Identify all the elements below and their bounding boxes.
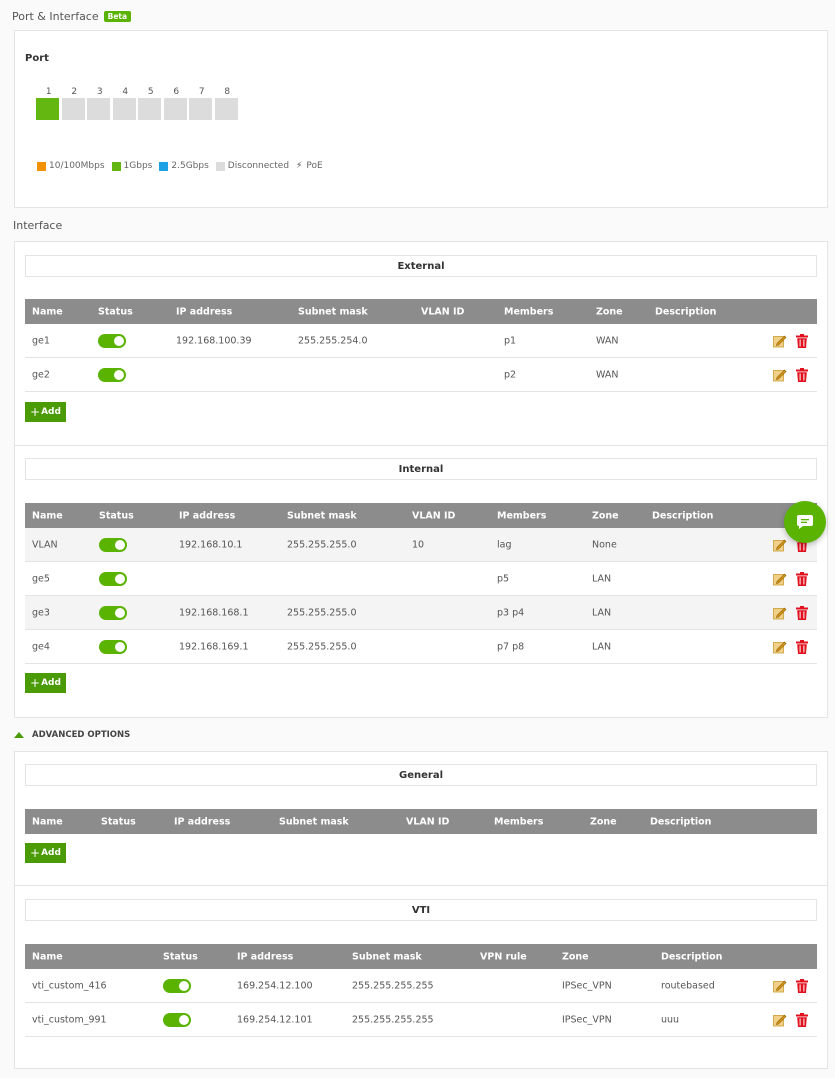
edit-icon[interactable] — [773, 606, 787, 619]
port-2[interactable] — [61, 98, 85, 120]
port-3[interactable] — [87, 98, 110, 120]
add-external-button[interactable]: + Add — [25, 402, 66, 422]
edit-icon[interactable] — [773, 538, 787, 551]
port-number: 6 — [173, 87, 180, 97]
port-number: 5 — [147, 87, 154, 97]
port-heading: Port — [25, 53, 49, 64]
trash-icon[interactable] — [796, 1012, 808, 1027]
vti-header: VTI — [25, 899, 817, 921]
port-1[interactable] — [36, 98, 59, 120]
trash-icon[interactable] — [796, 333, 808, 348]
add-general-button[interactable]: + Add — [25, 843, 66, 863]
trash-icon[interactable] — [796, 605, 808, 620]
legend-swatch — [37, 161, 46, 171]
edit-icon[interactable] — [773, 368, 787, 381]
chat-button[interactable] — [784, 501, 826, 543]
interface-title: Interface — [13, 219, 63, 232]
beta-badge: Beta — [103, 11, 132, 22]
status-toggle[interactable] — [99, 571, 127, 586]
table-row[interactable]: vti_custom_991 169.254.12.101 255.255.25… — [25, 1003, 817, 1037]
legend-item: 1Gbps — [111, 161, 152, 171]
edit-icon[interactable] — [773, 640, 787, 653]
caret-up-icon — [14, 732, 24, 738]
table-row[interactable]: ge2 p2 WAN — [25, 358, 817, 392]
lightning-icon: ⚡ — [296, 161, 303, 171]
plus-icon: + — [30, 846, 41, 860]
table-row[interactable]: VLAN 192.168.10.1 255.255.255.0 10 lag N… — [25, 528, 817, 562]
edit-icon[interactable] — [773, 334, 787, 347]
general-table-header: Name Status IP address Subnet mask VLAN … — [25, 809, 817, 834]
status-toggle[interactable] — [98, 367, 126, 382]
legend-item: 2.5Gbps — [159, 161, 209, 171]
port-map — [36, 98, 240, 120]
edit-icon[interactable] — [773, 979, 787, 992]
status-toggle[interactable] — [99, 639, 127, 654]
port-4[interactable] — [112, 98, 136, 120]
trash-icon[interactable] — [796, 639, 808, 654]
port-number: 1 — [45, 87, 52, 97]
plus-icon: + — [30, 405, 41, 419]
internal-table-header: Name Status IP address Subnet mask VLAN … — [25, 503, 817, 528]
legend-item: 10/100Mbps — [37, 161, 105, 171]
edit-icon[interactable] — [773, 572, 787, 585]
edit-icon[interactable] — [773, 1013, 787, 1026]
advanced-options-toggle[interactable]: ADVANCED OPTIONS — [14, 730, 130, 740]
plus-icon: + — [30, 676, 41, 690]
port-8[interactable] — [214, 98, 238, 120]
general-header: General — [25, 764, 817, 786]
chat-icon — [797, 515, 813, 529]
table-row[interactable]: ge1 192.168.100.39 255.255.254.0 p1 WAN — [25, 324, 817, 358]
legend-item: Disconnected — [215, 161, 289, 171]
add-internal-button[interactable]: + Add — [25, 673, 66, 693]
divider — [14, 885, 828, 886]
status-toggle[interactable] — [163, 978, 191, 993]
vti-table-header: Name Status IP address Subnet mask VPN r… — [25, 944, 817, 969]
table-row[interactable]: vti_custom_416 169.254.12.100 255.255.25… — [25, 969, 817, 1003]
status-toggle[interactable] — [163, 1012, 191, 1027]
port-5[interactable] — [138, 98, 161, 120]
trash-icon[interactable] — [796, 978, 808, 993]
table-row[interactable]: ge3 192.168.168.1 255.255.255.0 p3 p4 LA… — [25, 596, 817, 630]
page-title: Port & Interface Beta — [12, 10, 132, 23]
internal-header: Internal — [25, 458, 817, 480]
port-legend: 10/100Mbps 1Gbps 2.5Gbps Disconnected ⚡ P… — [37, 161, 330, 171]
legend-swatch — [215, 161, 225, 171]
status-toggle[interactable] — [98, 333, 126, 348]
port-number: 4 — [122, 87, 129, 97]
port-number: 8 — [224, 87, 231, 97]
port-number: 3 — [96, 87, 103, 97]
legend-swatch — [111, 161, 121, 171]
external-table-header: Name Status IP address Subnet mask VLAN … — [25, 299, 817, 324]
port-number: 7 — [198, 87, 205, 97]
port-7[interactable] — [189, 98, 212, 120]
divider — [14, 445, 828, 446]
trash-icon[interactable] — [796, 571, 808, 586]
trash-icon[interactable] — [796, 367, 808, 382]
legend-swatch — [159, 161, 169, 171]
external-header: External — [25, 255, 817, 277]
port-number: 2 — [71, 87, 78, 97]
port-6[interactable] — [163, 98, 187, 120]
table-row[interactable]: ge4 192.168.169.1 255.255.255.0 p7 p8 LA… — [25, 630, 817, 664]
legend-item: ⚡ PoE — [296, 161, 323, 171]
status-toggle[interactable] — [99, 605, 127, 620]
port-number-row: 1 2 3 4 5 6 7 8 — [36, 87, 240, 97]
table-row[interactable]: ge5 p5 LAN — [25, 562, 817, 596]
status-toggle[interactable] — [99, 537, 127, 552]
